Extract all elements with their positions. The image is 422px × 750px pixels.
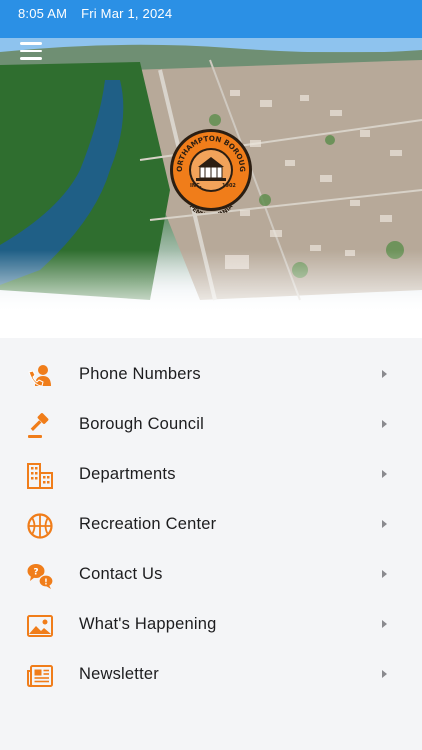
chevron-right-icon xyxy=(382,520,387,528)
hero-banner: 8:05 AM Fri Mar 1, 2024 NORTHAMPTON BORO… xyxy=(0,0,422,338)
menu-item-label: What's Happening xyxy=(79,615,217,633)
menu-item-label: Departments xyxy=(79,465,176,483)
status-time: 8:05 AM xyxy=(18,5,68,21)
phone-contact-icon xyxy=(26,362,54,390)
svg-text:!: ! xyxy=(44,578,48,587)
svg-text:?: ? xyxy=(33,568,38,578)
chevron-right-icon xyxy=(382,370,387,378)
borough-seal-logo: NORTHAMPTON BOROUGH PENNSYLVANIA INC. 19… xyxy=(165,120,254,220)
menu-item-label: Borough Council xyxy=(79,415,204,433)
seal-right-text: 1902 xyxy=(222,183,236,189)
menu-item-label: Recreation Center xyxy=(79,515,217,533)
chat-bubbles-icon: ? ! xyxy=(26,562,54,590)
chevron-right-icon xyxy=(382,470,387,478)
newspaper-icon xyxy=(26,662,54,690)
chevron-right-icon xyxy=(382,620,387,628)
chevron-right-icon xyxy=(382,570,387,578)
menu-item-whats-happening[interactable]: What's Happening xyxy=(0,600,422,650)
menu-item-borough-council[interactable]: Borough Council xyxy=(0,400,422,450)
menu-item-label: Phone Numbers xyxy=(79,365,201,383)
menu-item-newsletter[interactable]: Newsletter xyxy=(0,650,422,700)
menu-item-contact-us[interactable]: ? ! Contact Us xyxy=(0,550,422,600)
hamburger-menu-icon[interactable] xyxy=(20,42,46,64)
basketball-icon xyxy=(26,512,54,540)
status-date: Fri Mar 1, 2024 xyxy=(81,5,173,21)
status-bar: 8:05 AM Fri Mar 1, 2024 xyxy=(18,5,172,21)
menu-item-phone-numbers[interactable]: Phone Numbers xyxy=(0,350,422,400)
chevron-right-icon xyxy=(382,670,387,678)
seal-left-text: INC. xyxy=(190,183,202,189)
menu-item-label: Newsletter xyxy=(79,665,159,683)
chevron-right-icon xyxy=(382,420,387,428)
gavel-icon xyxy=(26,412,54,440)
menu-list: Phone Numbers Borough Council Department… xyxy=(0,338,422,750)
buildings-icon xyxy=(26,462,54,490)
menu-item-label: Contact Us xyxy=(79,565,163,583)
picture-icon xyxy=(26,612,54,640)
menu-item-recreation-center[interactable]: Recreation Center xyxy=(0,500,422,550)
menu-item-departments[interactable]: Departments xyxy=(0,450,422,500)
